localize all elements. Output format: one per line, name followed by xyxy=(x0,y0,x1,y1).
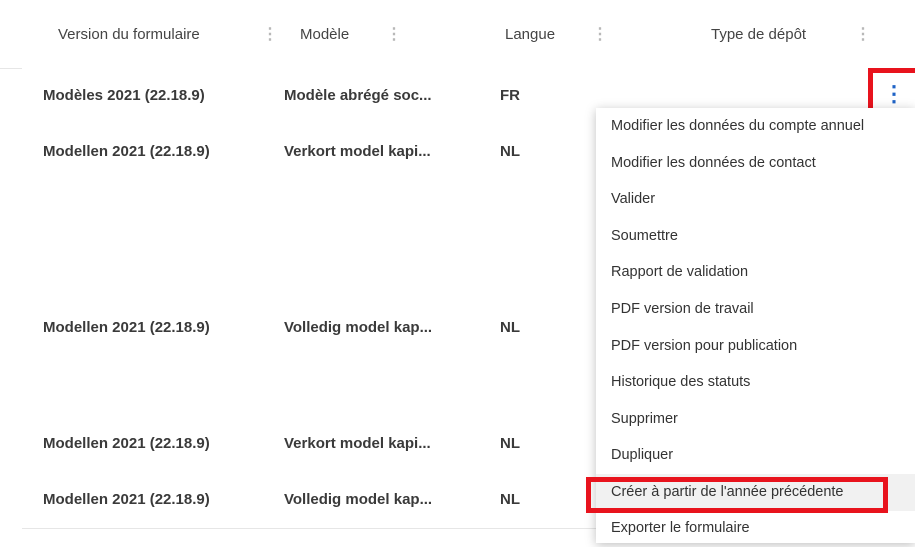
column-menu-icon[interactable]: ⋮ xyxy=(386,24,402,44)
column-menu-icon[interactable]: ⋮ xyxy=(855,24,871,44)
cell-version: Modèles 2021 (22.18.9) xyxy=(43,87,205,104)
cell-language: NL xyxy=(500,435,520,452)
cell-model: Volledig model kap... xyxy=(284,491,433,508)
menu-item-pdf-draft[interactable]: PDF version de travail xyxy=(596,291,915,328)
cell-version: Modellen 2021 (22.18.9) xyxy=(43,143,210,160)
cell-language: NL xyxy=(500,491,520,508)
menu-item-status-history[interactable]: Historique des statuts xyxy=(596,364,915,401)
highlight-box xyxy=(586,477,888,513)
menu-item-pdf-publication[interactable]: PDF version pour publication xyxy=(596,328,915,365)
menu-item-duplicate[interactable]: Dupliquer xyxy=(596,437,915,474)
cell-language: NL xyxy=(500,319,520,336)
column-header-language[interactable]: Langue xyxy=(505,26,555,43)
cell-model: Verkort model kapi... xyxy=(284,143,431,160)
menu-item-validate[interactable]: Valider xyxy=(596,181,915,218)
kebab-icon: ⋮ xyxy=(883,81,905,106)
cell-language: NL xyxy=(500,143,520,160)
menu-item-validation-report[interactable]: Rapport de validation xyxy=(596,254,915,291)
column-header-model[interactable]: Modèle xyxy=(300,26,349,43)
column-header-filing-type[interactable]: Type de dépôt xyxy=(711,26,806,43)
cell-language: FR xyxy=(500,87,520,104)
menu-item-edit-contact[interactable]: Modifier les données de contact xyxy=(596,145,915,182)
cell-model: Volledig model kap... xyxy=(284,319,433,336)
menu-item-submit[interactable]: Soumettre xyxy=(596,218,915,255)
table-header: Version du formulaire ⋮ Modèle ⋮ Langue … xyxy=(0,0,915,69)
menu-item-delete[interactable]: Supprimer xyxy=(596,401,915,438)
cell-version: Modellen 2021 (22.18.9) xyxy=(43,319,210,336)
column-menu-icon[interactable]: ⋮ xyxy=(592,24,608,44)
cell-version: Modellen 2021 (22.18.9) xyxy=(43,491,210,508)
menu-item-edit-annual-account[interactable]: Modifier les données du compte annuel xyxy=(596,108,915,145)
menu-item-export-form[interactable]: Exporter le formulaire xyxy=(596,510,915,547)
cell-version: Modellen 2021 (22.18.9) xyxy=(43,435,210,452)
cell-model: Verkort model kapi... xyxy=(284,435,431,452)
column-menu-icon[interactable]: ⋮ xyxy=(262,24,278,44)
column-header-version[interactable]: Version du formulaire xyxy=(58,26,200,43)
cell-model: Modèle abrégé soc... xyxy=(284,87,432,104)
